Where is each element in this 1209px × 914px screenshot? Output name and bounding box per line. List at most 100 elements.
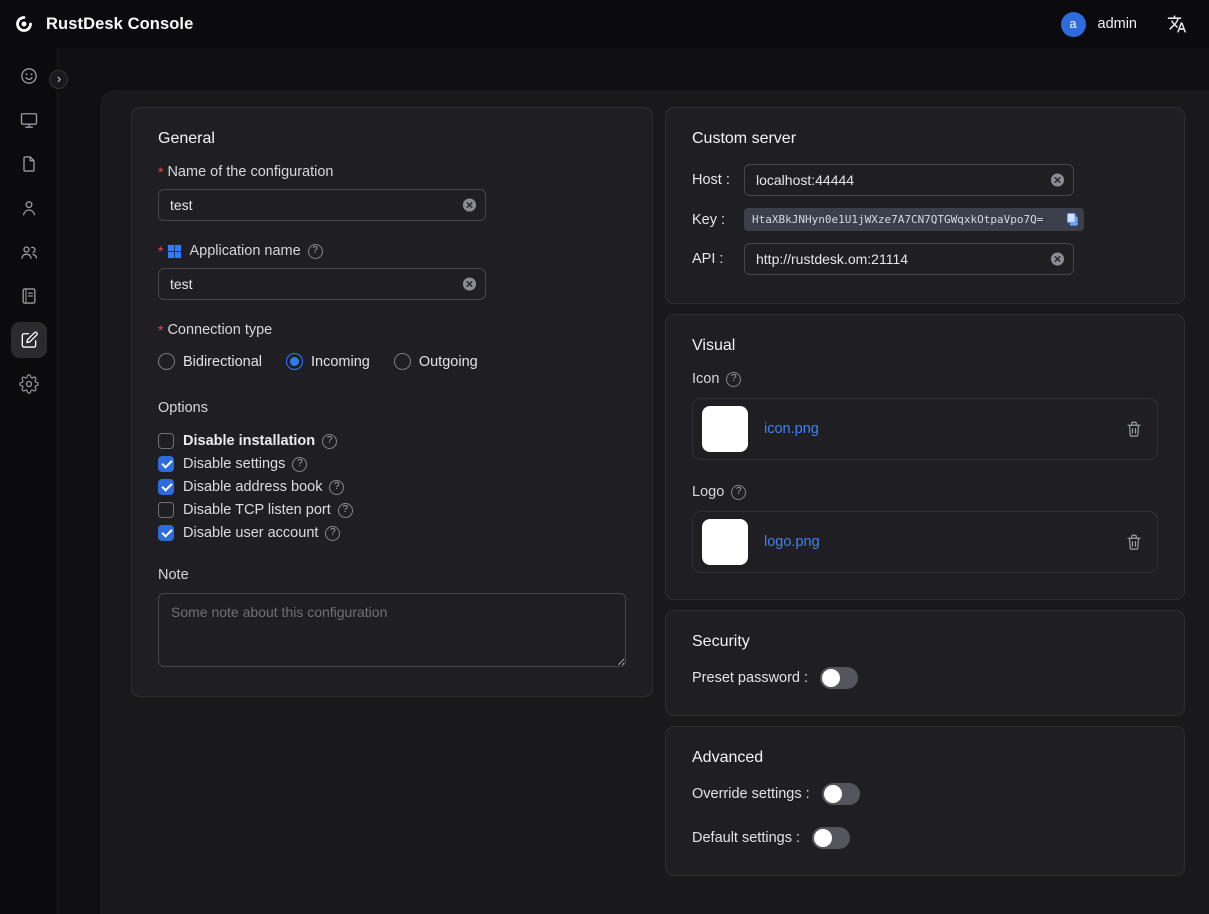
user-menu[interactable]: admin (1098, 16, 1138, 32)
sidebar-item-custom-clients[interactable] (11, 322, 47, 358)
radio-incoming[interactable]: Incoming (286, 353, 370, 370)
rustdesk-logo-icon (12, 12, 36, 36)
rustdesk-console-app: RustDesk Console a admin (0, 0, 1209, 914)
host-input[interactable] (744, 164, 1074, 196)
clear-input-icon[interactable] (462, 198, 477, 213)
checkbox-control (158, 433, 174, 449)
advanced-card: Advanced Override settings : Default set… (665, 726, 1185, 876)
checkbox-disable-address-book[interactable]: Disable address book ? (158, 479, 626, 495)
gear-icon (19, 374, 39, 394)
security-card: Security Preset password : (665, 610, 1185, 716)
help-icon[interactable]: ? (308, 244, 323, 259)
api-label: API : (692, 251, 744, 267)
radio-bidirectional[interactable]: Bidirectional (158, 353, 262, 370)
sidebar-item-users[interactable] (11, 190, 47, 226)
preset-password-label: Preset password : (692, 670, 808, 686)
clear-input-icon[interactable] (1050, 173, 1065, 188)
note-label: Note (158, 567, 626, 583)
note-textarea[interactable] (158, 593, 626, 667)
copy-icon[interactable] (1065, 212, 1080, 227)
icon-file-box: icon.png (692, 398, 1158, 460)
general-title: General (158, 130, 626, 148)
sidebar (0, 48, 58, 914)
logo-file-link[interactable]: logo.png (764, 534, 820, 550)
advanced-title: Advanced (692, 749, 1158, 767)
delete-icon-button[interactable] (1125, 420, 1143, 438)
users-icon (19, 242, 39, 262)
visual-card: Visual Icon ? icon.png (665, 314, 1185, 600)
checkbox-control-checked (158, 479, 174, 495)
checkbox-disable-installation[interactable]: Disable installation ? (158, 433, 626, 449)
sidebar-item-groups[interactable] (11, 234, 47, 270)
help-icon[interactable]: ? (292, 457, 307, 472)
journal-icon (19, 286, 39, 306)
default-settings-row: Default settings : (692, 827, 1158, 849)
override-settings-label: Override settings : (692, 786, 810, 802)
checkbox-disable-user-account[interactable]: Disable user account ? (158, 525, 626, 541)
override-settings-toggle[interactable] (822, 783, 860, 805)
help-icon[interactable]: ? (322, 434, 337, 449)
radio-label: Incoming (311, 354, 370, 370)
logo-file-box: logo.png (692, 511, 1158, 573)
rustdesk-logo-icon (706, 523, 744, 561)
radio-control (394, 353, 411, 370)
user-avatar[interactable]: a (1061, 12, 1086, 37)
avatar-letter: a (1070, 17, 1077, 31)
logo-label: Logo ? (692, 484, 1158, 500)
icon-label: Icon ? (692, 371, 1158, 387)
key-label: Key : (692, 212, 744, 228)
edit-icon (19, 330, 39, 350)
key-row: Key : HtaXBkJNHyn0e1U1jWXze7A7CN7QTGWqxk… (692, 208, 1158, 231)
help-icon[interactable]: ? (325, 526, 340, 541)
help-icon[interactable]: ? (726, 372, 741, 387)
application-name-input-wrap (158, 268, 486, 300)
checkbox-label: Disable TCP listen port (183, 502, 331, 518)
sidebar-item-devices[interactable] (11, 102, 47, 138)
right-column: Custom server Host : Key : HtaXBkJNHyn (665, 107, 1185, 876)
help-icon[interactable]: ? (338, 503, 353, 518)
help-icon[interactable]: ? (329, 480, 344, 495)
required-asterisk: * (158, 322, 163, 338)
application-name-input[interactable] (158, 268, 486, 300)
language-icon[interactable] (1167, 14, 1187, 34)
checkbox-control (158, 502, 174, 518)
config-name-input[interactable] (158, 189, 486, 221)
radio-outgoing[interactable]: Outgoing (394, 353, 478, 370)
sidebar-item-settings[interactable] (11, 366, 47, 402)
clear-input-icon[interactable] (1050, 252, 1065, 267)
options-checklist: Disable installation ? Disable settings … (158, 433, 626, 541)
checkbox-label: Disable address book (183, 479, 322, 495)
key-value: HtaXBkJNHyn0e1U1jWXze7A7CN7QTGWqxkOtpaVp… (752, 213, 1062, 226)
topbar-right: a admin (1061, 12, 1188, 37)
clear-input-icon[interactable] (462, 277, 477, 292)
help-icon[interactable]: ? (731, 485, 746, 500)
radio-control (158, 353, 175, 370)
config-name-label: * Name of the configuration (158, 164, 626, 180)
icon-preview (702, 406, 748, 452)
host-label: Host : (692, 172, 744, 188)
custom-server-title: Custom server (692, 130, 1158, 148)
document-icon (19, 154, 39, 174)
host-input-wrap (744, 164, 1074, 196)
sidebar-item-home[interactable] (11, 58, 47, 94)
delete-logo-button[interactable] (1125, 533, 1143, 551)
app-title: RustDesk Console (46, 15, 193, 34)
sidebar-item-documents[interactable] (11, 146, 47, 182)
sidebar-item-logs[interactable] (11, 278, 47, 314)
logo-preview (702, 519, 748, 565)
required-asterisk: * (158, 164, 163, 180)
radio-control-selected (286, 353, 303, 370)
preset-password-row: Preset password : (692, 667, 1158, 689)
user-icon (19, 198, 39, 218)
checkbox-disable-tcp-listen-port[interactable]: Disable TCP listen port ? (158, 502, 626, 518)
trash-icon (1125, 533, 1143, 551)
sidebar-expand-button[interactable]: › (49, 70, 68, 89)
connection-type-group: Bidirectional Incoming Outgoing (158, 353, 626, 370)
preset-password-toggle[interactable] (820, 667, 858, 689)
connection-type-label: * Connection type (158, 322, 626, 338)
default-settings-toggle[interactable] (812, 827, 850, 849)
checkbox-disable-settings[interactable]: Disable settings ? (158, 456, 626, 472)
general-card: General * Name of the configuration * Ap… (131, 107, 653, 697)
api-input[interactable] (744, 243, 1074, 275)
icon-file-link[interactable]: icon.png (764, 421, 819, 437)
